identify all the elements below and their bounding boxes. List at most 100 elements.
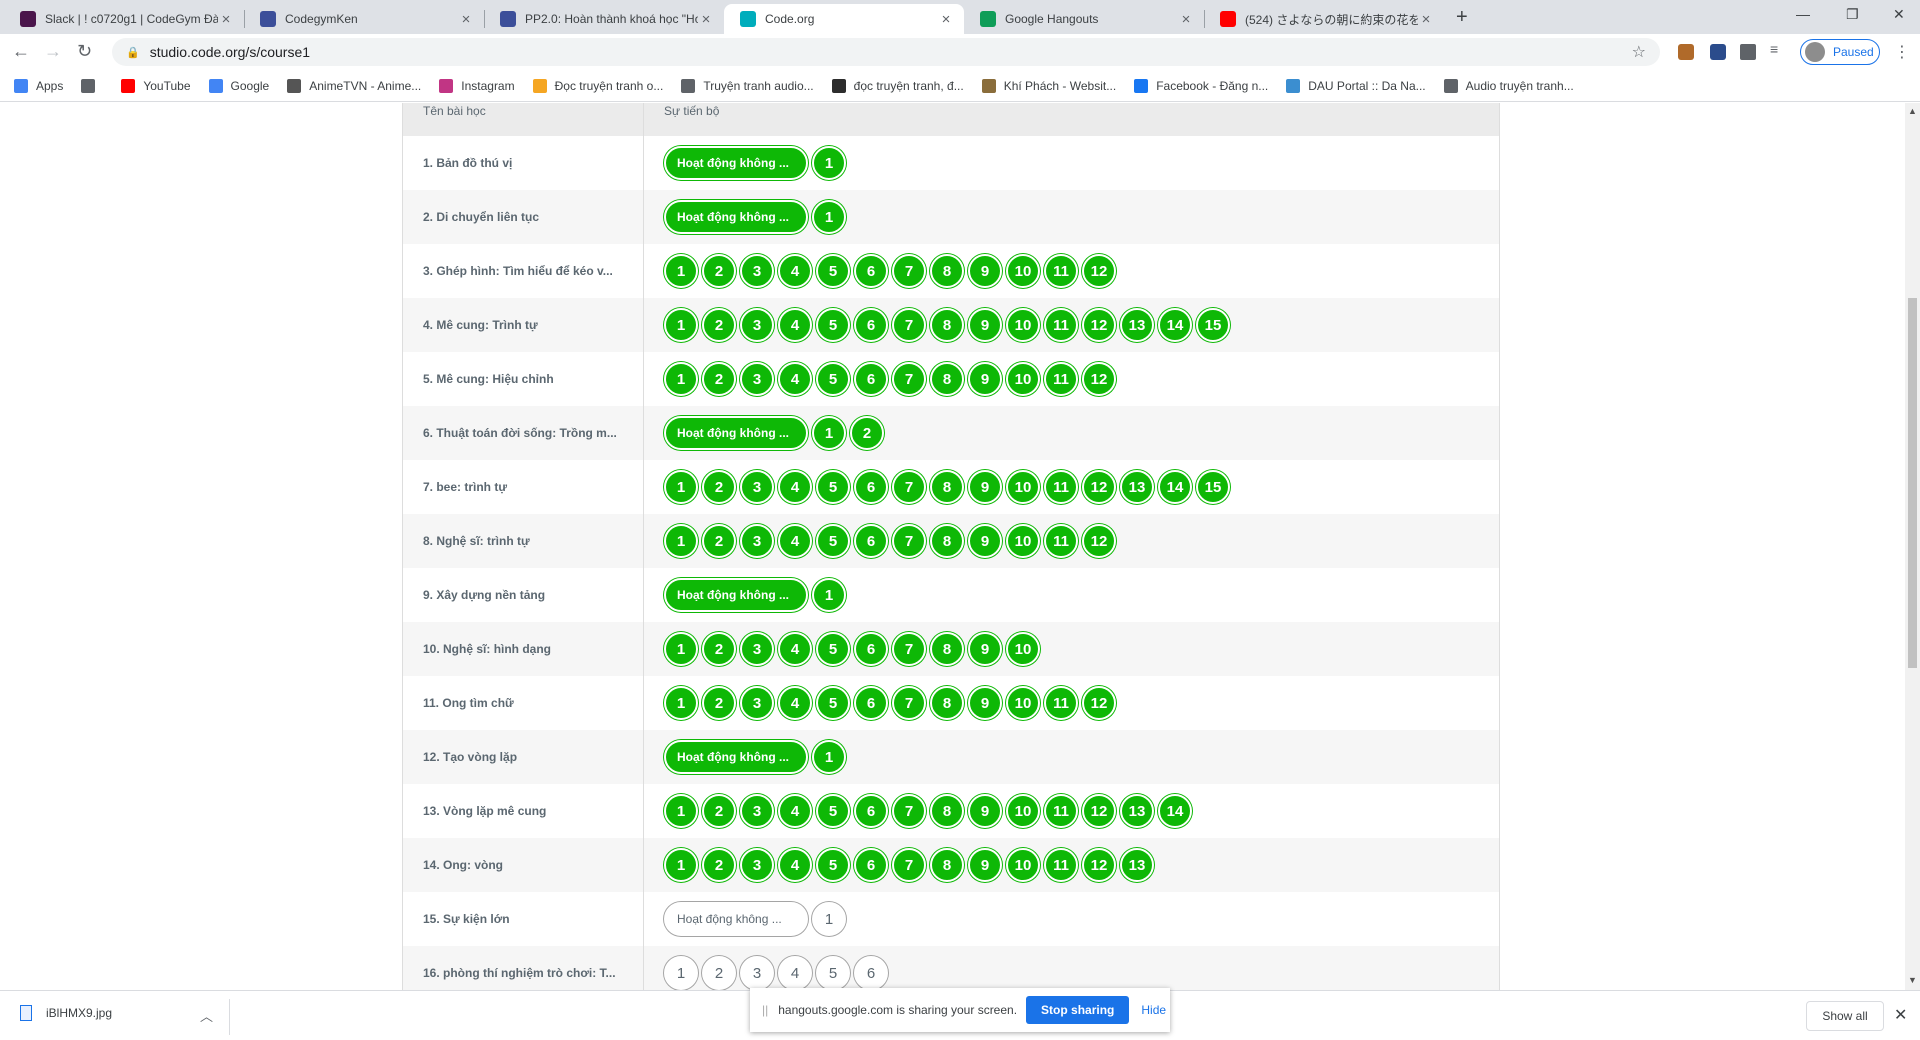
restore-icon[interactable]: ❐ [1846,6,1859,23]
level-bubble[interactable]: 10 [1006,362,1040,396]
level-bubble[interactable]: 5 [816,308,850,342]
level-bubble[interactable]: 11 [1044,308,1078,342]
level-bubble[interactable]: 6 [854,524,888,558]
level-bubble[interactable]: 12 [1082,254,1116,288]
level-bubble[interactable]: 1 [664,362,698,396]
level-bubble[interactable]: 13 [1120,848,1154,882]
level-bubble[interactable]: 1 [664,470,698,504]
level-bubble[interactable]: 9 [968,254,1002,288]
close-tab-icon[interactable]: × [698,11,714,28]
download-item[interactable]: iBlHMX9.jpg [20,1005,112,1021]
level-bubble[interactable]: 11 [1044,254,1078,288]
bookmark-item[interactable]: Audio truyện tranh... [1443,78,1574,93]
level-bubble[interactable]: 5 [816,524,850,558]
unplugged-activity-pill[interactable]: Hoạt động không ... [664,740,808,774]
level-bubble[interactable]: 14 [1158,470,1192,504]
lesson-name[interactable]: 12. Tạo vòng lặp [403,730,644,784]
forward-icon[interactable]: → [44,41,62,62]
level-bubble[interactable]: 2 [702,254,736,288]
bookmark-item[interactable] [81,78,103,93]
bookmark-item[interactable]: Khí Phách - Websit... [981,78,1116,93]
lesson-name[interactable]: 3. Ghép hình: Tìm hiểu để kéo v... [403,244,644,298]
bookmark-star-icon[interactable]: ☆ [1632,42,1646,62]
scroll-up-icon[interactable]: ▲ [1908,106,1917,116]
bookmark-item[interactable]: Đọc truyện tranh o... [532,78,663,93]
lesson-name[interactable]: 6. Thuật toán đời sống: Trồng m... [403,406,644,460]
bookmark-item[interactable]: Facebook - Đăng n... [1134,78,1268,93]
level-bubble[interactable]: 9 [968,524,1002,558]
show-all-button[interactable]: Show all [1806,1001,1884,1031]
level-bubble[interactable]: 8 [930,524,964,558]
level-bubble[interactable]: 4 [778,524,812,558]
lesson-name[interactable]: 7. bee: trình tự [403,460,644,514]
level-bubble[interactable]: 4 [778,308,812,342]
level-bubble[interactable]: 7 [892,254,926,288]
level-bubble[interactable]: 4 [778,848,812,882]
lesson-name[interactable]: 14. Ong: vòng [403,838,644,892]
level-bubble[interactable]: 2 [702,308,736,342]
level-bubble[interactable]: 3 [740,956,774,990]
browser-tab[interactable]: Code.org × [724,4,964,34]
level-bubble[interactable]: 9 [968,362,1002,396]
scrollbar-thumb[interactable] [1908,298,1917,668]
level-bubble[interactable]: 6 [854,848,888,882]
level-bubble[interactable]: 12 [1082,308,1116,342]
level-bubble[interactable]: 1 [812,578,846,612]
level-bubble[interactable]: 2 [850,416,884,450]
level-bubble[interactable]: 1 [664,524,698,558]
unplugged-activity-pill[interactable]: Hoạt động không ... [664,416,808,450]
level-bubble[interactable]: 1 [664,794,698,828]
level-bubble[interactable]: 9 [968,308,1002,342]
level-bubble[interactable]: 11 [1044,524,1078,558]
level-bubble[interactable]: 4 [778,632,812,666]
level-bubble[interactable]: 13 [1120,794,1154,828]
level-bubble[interactable]: 9 [968,470,1002,504]
level-bubble[interactable]: 1 [812,200,846,234]
level-bubble[interactable]: 14 [1158,308,1192,342]
unplugged-activity-pill[interactable]: Hoạt động không ... [664,200,808,234]
close-icon[interactable]: ✕ [1894,1005,1907,1025]
level-bubble[interactable]: 11 [1044,686,1078,720]
level-bubble[interactable]: 8 [930,632,964,666]
bookmark-item[interactable]: Truyện tranh audio... [681,78,814,93]
level-bubble[interactable]: 5 [816,254,850,288]
level-bubble[interactable]: 9 [968,686,1002,720]
level-bubble[interactable]: 5 [816,848,850,882]
level-bubble[interactable]: 4 [778,470,812,504]
level-bubble[interactable]: 12 [1082,362,1116,396]
bookmark-item[interactable]: Instagram [439,78,515,93]
lesson-name[interactable]: 8. Nghệ sĩ: trình tự [403,514,644,568]
lesson-name[interactable]: 11. Ong tìm chữ [403,676,644,730]
lesson-name[interactable]: 16. phòng thí nghiệm trò chơi: T... [403,946,644,990]
level-bubble[interactable]: 3 [740,470,774,504]
media-control-icon[interactable]: ≡ [1770,41,1786,57]
level-bubble[interactable]: 10 [1006,632,1040,666]
level-bubble[interactable]: 2 [702,848,736,882]
level-bubble[interactable]: 7 [892,524,926,558]
unplugged-activity-pill[interactable]: Hoạt động không ... [664,902,808,936]
level-bubble[interactable]: 10 [1006,308,1040,342]
lesson-name[interactable]: 9. Xây dựng nền tảng [403,568,644,622]
level-bubble[interactable]: 1 [664,632,698,666]
level-bubble[interactable]: 15 [1196,308,1230,342]
lesson-name[interactable]: 4. Mê cung: Trình tự [403,298,644,352]
level-bubble[interactable]: 10 [1006,848,1040,882]
close-tab-icon[interactable]: × [1418,11,1434,28]
level-bubble[interactable]: 4 [778,362,812,396]
page-scrollbar[interactable]: ▲ ▼ [1905,103,1920,990]
level-bubble[interactable]: 7 [892,686,926,720]
bookmark-item[interactable]: Google [208,78,269,93]
drag-handle-icon[interactable]: || [762,1003,768,1017]
extension-icon[interactable] [1710,44,1726,60]
level-bubble[interactable]: 7 [892,362,926,396]
unplugged-activity-pill[interactable]: Hoạt động không ... [664,146,808,180]
unplugged-activity-pill[interactable]: Hoạt động không ... [664,578,808,612]
level-bubble[interactable]: 4 [778,956,812,990]
close-tab-icon[interactable]: × [938,11,954,28]
level-bubble[interactable]: 5 [816,362,850,396]
level-bubble[interactable]: 3 [740,308,774,342]
level-bubble[interactable]: 7 [892,632,926,666]
close-window-icon[interactable]: ✕ [1893,6,1905,23]
level-bubble[interactable]: 12 [1082,794,1116,828]
level-bubble[interactable]: 8 [930,362,964,396]
